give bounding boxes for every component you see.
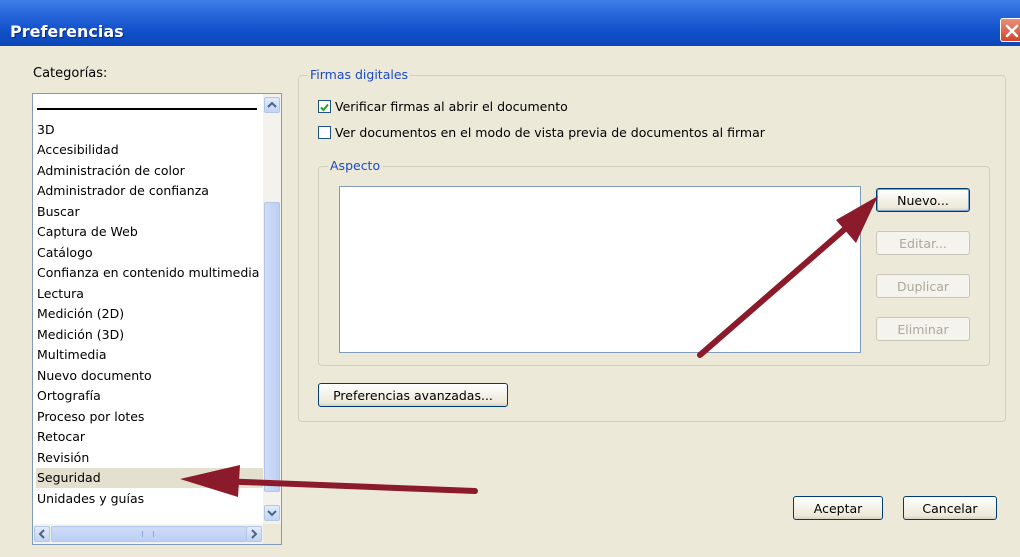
- categories-listbox[interactable]: 3D Accesibilidad Administración de color…: [32, 93, 282, 545]
- category-item-medicion-3d[interactable]: Medición (3D): [36, 325, 263, 345]
- preview-mode-label: Ver documentos en el modo de vista previ…: [335, 125, 765, 140]
- category-item-multimedia[interactable]: Multimedia: [36, 345, 263, 365]
- chevron-right-icon: [251, 529, 258, 539]
- chevron-up-icon: [267, 101, 277, 108]
- category-item-retocar[interactable]: Retocar: [36, 427, 263, 447]
- edit-button[interactable]: Editar...: [876, 231, 970, 255]
- scroll-up-button[interactable]: [264, 97, 280, 113]
- edit-button-label: Editar...: [899, 235, 947, 251]
- category-item-seguridad[interactable]: Seguridad: [36, 468, 263, 488]
- category-item-administracion-color[interactable]: Administración de color: [36, 161, 263, 181]
- category-item-medicion-2d[interactable]: Medición (2D): [36, 304, 263, 324]
- new-button-label: Nuevo...: [897, 192, 949, 208]
- horizontal-scroll-thumb[interactable]: [51, 526, 247, 542]
- scroll-right-button[interactable]: [246, 526, 262, 542]
- horizontal-scrollbar[interactable]: [33, 524, 263, 544]
- title-bar: Preferencias: [0, 0, 1020, 46]
- categories-label: Categorías:: [33, 66, 108, 81]
- cancel-button-label: Cancelar: [922, 500, 978, 516]
- checkmark-icon: [320, 103, 329, 112]
- category-item-unidades-guias[interactable]: Unidades y guías: [36, 489, 263, 509]
- category-item-nuevo-documento[interactable]: Nuevo documento: [36, 366, 263, 386]
- delete-button-label: Eliminar: [897, 321, 949, 337]
- category-item-confianza-multimedia[interactable]: Confianza en contenido multimedia: [36, 263, 263, 283]
- close-icon: [1005, 24, 1019, 38]
- delete-button[interactable]: Eliminar: [876, 317, 970, 341]
- chevron-left-icon: [38, 529, 45, 539]
- appearance-list[interactable]: [339, 186, 861, 353]
- cancel-button[interactable]: Cancelar: [903, 496, 997, 520]
- new-button[interactable]: Nuevo...: [876, 188, 970, 212]
- category-item-captura-web[interactable]: Captura de Web: [36, 222, 263, 242]
- ok-button-label: Aceptar: [813, 500, 863, 516]
- category-item-lectura[interactable]: Lectura: [36, 284, 263, 304]
- scroll-down-button[interactable]: [264, 505, 280, 521]
- duplicate-button[interactable]: Duplicar: [876, 274, 970, 298]
- window-title: Preferencias: [10, 22, 124, 41]
- advanced-preferences-button[interactable]: Preferencias avanzadas...: [318, 383, 508, 407]
- chevron-down-icon: [267, 510, 277, 517]
- category-item-proceso-lotes[interactable]: Proceso por lotes: [36, 407, 263, 427]
- close-button[interactable]: [1000, 18, 1020, 42]
- scroll-corner: [263, 524, 281, 544]
- category-item-3d[interactable]: 3D: [36, 120, 263, 140]
- vertical-scroll-thumb[interactable]: [264, 202, 280, 492]
- category-item-revision[interactable]: Revisión: [36, 448, 263, 468]
- verify-signatures-checkbox[interactable]: [318, 100, 331, 113]
- category-item-ortografia[interactable]: Ortografía: [36, 386, 263, 406]
- scroll-left-button[interactable]: [34, 526, 50, 542]
- category-item-buscar[interactable]: Buscar: [36, 202, 263, 222]
- firmas-digitales-legend: Firmas digitales: [308, 67, 411, 82]
- scroll-grip-icon: [142, 531, 154, 537]
- vertical-scrollbar[interactable]: [263, 94, 281, 524]
- list-separator: [37, 108, 257, 110]
- advanced-preferences-label: Preferencias avanzadas...: [333, 387, 493, 403]
- preview-mode-checkbox[interactable]: [318, 126, 331, 139]
- category-item-accesibilidad[interactable]: Accesibilidad: [36, 140, 263, 160]
- category-item-catalogo[interactable]: Catálogo: [36, 243, 263, 263]
- verify-signatures-label: Verificar firmas al abrir el documento: [335, 99, 568, 114]
- duplicate-button-label: Duplicar: [896, 278, 950, 294]
- category-item-administrador-confianza[interactable]: Administrador de confianza: [36, 181, 263, 201]
- aspecto-legend: Aspecto: [328, 158, 383, 173]
- ok-button[interactable]: Aceptar: [793, 496, 883, 520]
